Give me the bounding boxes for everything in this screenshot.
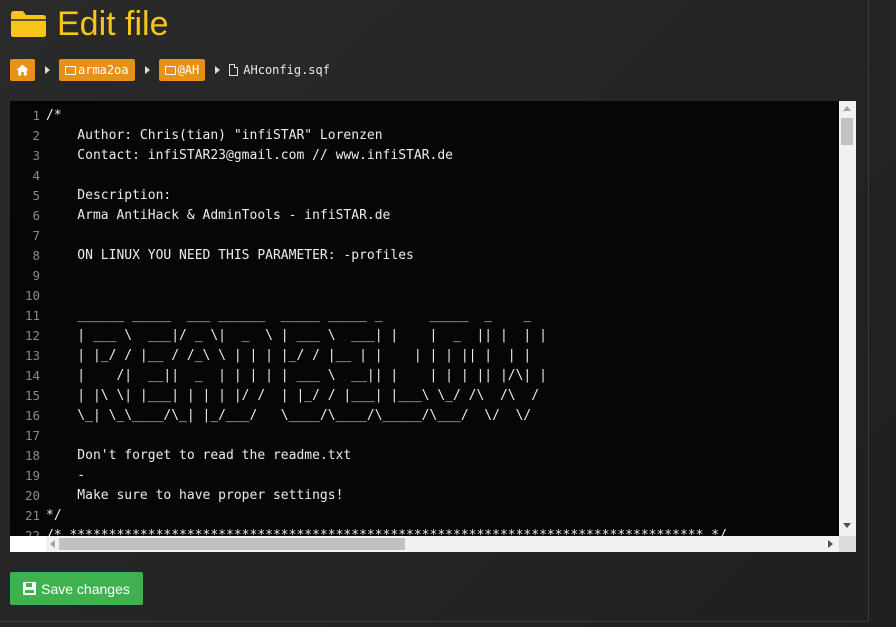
code-line[interactable]: Author: Chris(tian) "infiSTAR" Lorenzen bbox=[46, 126, 839, 146]
breadcrumb-separator bbox=[215, 66, 221, 74]
code-line[interactable]: Contact: infiSTAR23@gmail.com // www.inf… bbox=[46, 146, 839, 166]
code-line[interactable]: | |\ \| |___| | | | |/ / | |_/ / |___| |… bbox=[46, 386, 839, 406]
scroll-right-arrow-icon[interactable] bbox=[828, 540, 833, 548]
code-line[interactable]: /* bbox=[46, 106, 839, 126]
line-number: 19 bbox=[24, 468, 40, 483]
code-line[interactable]: Description: bbox=[46, 186, 839, 206]
page-title: Edit file bbox=[57, 5, 169, 43]
line-number: 15 bbox=[24, 388, 40, 403]
page-header: Edit file bbox=[10, 4, 169, 44]
breadcrumb: arma2oa @AH AHconfig.sqf bbox=[10, 59, 330, 81]
file-icon bbox=[229, 64, 239, 76]
line-number: 22 bbox=[24, 528, 40, 536]
line-number: 21 bbox=[24, 508, 40, 523]
folder-icon bbox=[10, 10, 47, 38]
code-line[interactable]: Don't forget to read the readme.txt bbox=[46, 446, 839, 466]
code-line[interactable]: ON LINUX YOU NEED THIS PARAMETER: -profi… bbox=[46, 246, 839, 266]
breadcrumb-home[interactable] bbox=[10, 59, 35, 81]
code-area[interactable]: 1 2 3 4 5 6 7 8 9 10 11 12 13 14 15 16 17 18 19 20 21 22 /* A… bbox=[10, 101, 839, 536]
scrollbar-corner bbox=[839, 536, 856, 552]
line-number: 20 bbox=[24, 488, 40, 503]
code-lines[interactable]: /* Author: Chris(tian) "infiSTAR" Lorenz… bbox=[46, 106, 839, 536]
breadcrumb-separator bbox=[45, 66, 50, 74]
folder-outline-icon bbox=[164, 65, 176, 75]
line-number: 13 bbox=[24, 348, 40, 363]
line-number: 5 bbox=[32, 188, 40, 203]
scroll-left-arrow-icon[interactable] bbox=[50, 540, 55, 548]
floppy-disk-icon bbox=[23, 582, 37, 595]
vertical-scrollbar[interactable] bbox=[839, 101, 856, 536]
line-number: 12 bbox=[24, 328, 40, 343]
line-number: 11 bbox=[24, 308, 40, 323]
code-line[interactable]: | ___ \ ___|/ _ \| _ \ | ___ \ ___| | | … bbox=[46, 326, 839, 346]
line-number: 1 bbox=[32, 108, 40, 123]
line-number: 10 bbox=[24, 288, 40, 303]
line-number: 14 bbox=[24, 368, 40, 383]
line-number: 16 bbox=[24, 408, 40, 423]
code-line[interactable]: Make sure to have proper settings! bbox=[46, 486, 839, 506]
scroll-down-arrow-icon[interactable] bbox=[843, 523, 851, 528]
code-line[interactable]: Arma AntiHack & AdminTools - infiSTAR.de bbox=[46, 206, 839, 226]
line-number: 18 bbox=[24, 448, 40, 463]
code-line[interactable]: | /| __|| _ | | | | | ___ \ __|| | | | |… bbox=[46, 366, 839, 386]
line-number-gutter: 1 2 3 4 5 6 7 8 9 10 11 12 13 14 15 16 17 18 19 20 21 22 bbox=[10, 106, 40, 536]
line-number: 8 bbox=[32, 248, 40, 263]
code-line[interactable]: - bbox=[46, 466, 839, 486]
code-line[interactable]: /* *************************************… bbox=[46, 526, 839, 536]
scroll-up-arrow-icon[interactable] bbox=[843, 106, 851, 111]
line-number: 17 bbox=[24, 428, 40, 443]
horizontal-scroll-thumb[interactable] bbox=[59, 538, 405, 550]
breadcrumb-item-label: @AH bbox=[177, 63, 200, 77]
line-number: 2 bbox=[32, 128, 40, 143]
breadcrumb-item-label: arma2oa bbox=[78, 63, 129, 77]
code-line[interactable] bbox=[46, 266, 839, 286]
code-line[interactable]: */ bbox=[46, 506, 839, 526]
code-line[interactable]: ______ _____ ___ ______ _____ _____ _ __… bbox=[46, 306, 839, 326]
vertical-scroll-thumb[interactable] bbox=[841, 118, 853, 145]
folder-outline-icon bbox=[65, 65, 76, 75]
breadcrumb-item-arma2oa[interactable]: arma2oa bbox=[59, 59, 135, 81]
line-number: 4 bbox=[32, 168, 40, 183]
home-icon bbox=[16, 64, 29, 76]
line-number: 3 bbox=[32, 148, 40, 163]
breadcrumb-current-file: AHconfig.sqf bbox=[229, 63, 330, 77]
breadcrumb-current-label: AHconfig.sqf bbox=[243, 63, 330, 77]
save-changes-button[interactable]: Save changes bbox=[10, 572, 143, 605]
code-editor[interactable]: 1 2 3 4 5 6 7 8 9 10 11 12 13 14 15 16 17 18 19 20 21 22 /* A… bbox=[10, 101, 856, 552]
line-number: 7 bbox=[32, 228, 40, 243]
code-line[interactable] bbox=[46, 426, 839, 446]
breadcrumb-separator bbox=[144, 66, 150, 74]
horizontal-scrollbar[interactable] bbox=[46, 536, 839, 552]
breadcrumb-item-ah[interactable]: @AH bbox=[158, 59, 206, 81]
code-line[interactable]: | |_/ / |__ / /_\ \ | | | |_/ / |__ | | … bbox=[46, 346, 839, 366]
line-number: 6 bbox=[32, 208, 40, 223]
save-changes-label: Save changes bbox=[41, 580, 130, 597]
code-line[interactable] bbox=[46, 286, 839, 306]
code-line[interactable] bbox=[46, 226, 839, 246]
code-line[interactable] bbox=[46, 166, 839, 186]
code-line[interactable]: \_| \_\____/\_| |_/___/ \____/\____/\___… bbox=[46, 406, 839, 426]
line-number: 9 bbox=[32, 268, 40, 283]
